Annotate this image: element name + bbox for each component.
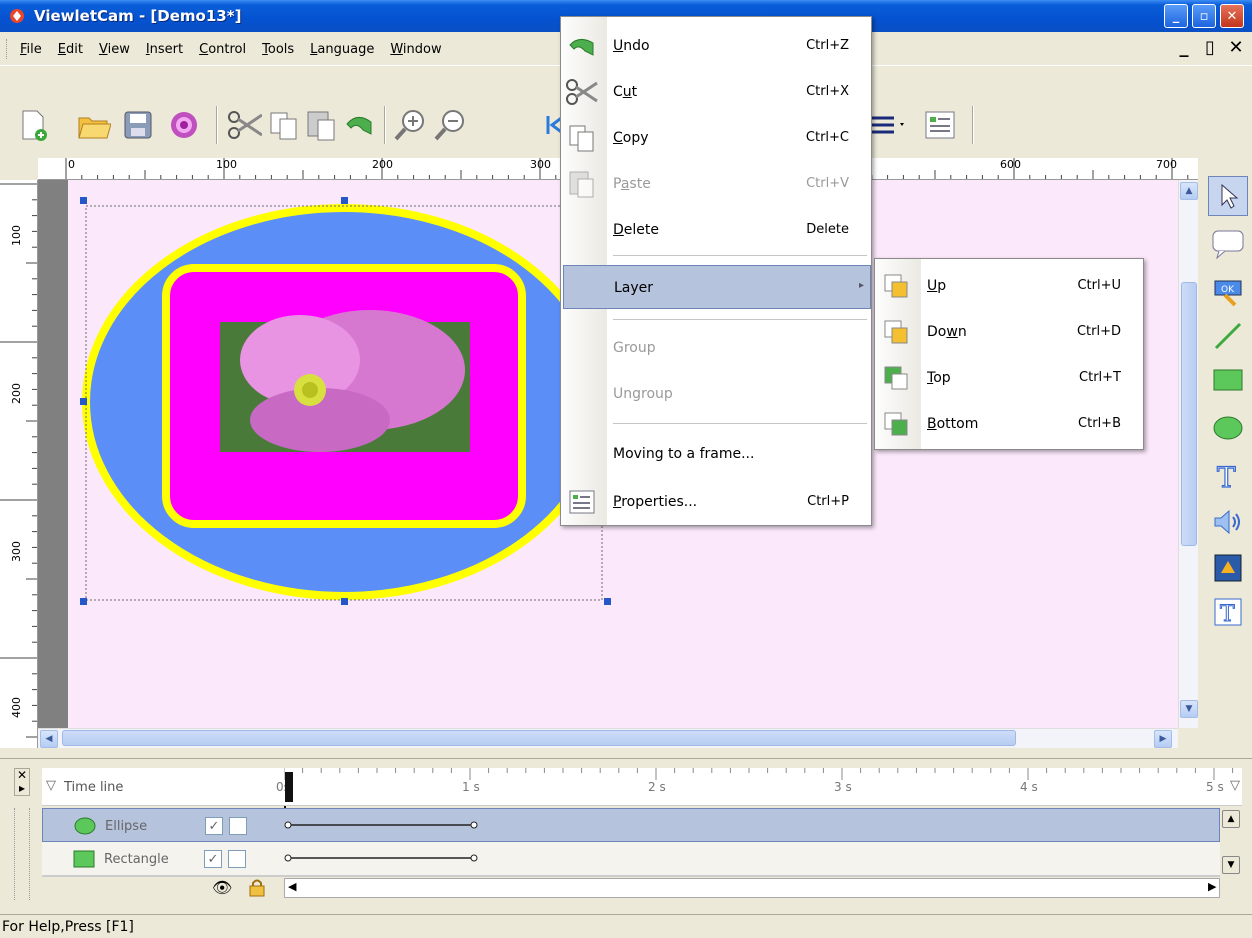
menu-item-label: Top: [927, 370, 951, 386]
menu-item-label: Layer: [614, 280, 654, 296]
status-bar: For Help,Press [F1]: [0, 914, 1252, 938]
menu-item-label: Paste: [613, 176, 651, 192]
menu-item-group[interactable]: Group: [561, 325, 871, 371]
menu-item-shortcut: Ctrl+B: [1078, 416, 1121, 431]
submenu-arrow-icon: ▸: [858, 280, 864, 291]
layer-top-icon: [879, 362, 913, 394]
menu-item-shortcut: Ctrl+P: [807, 494, 849, 509]
timeline-scroll-left[interactable]: ◀: [288, 880, 296, 893]
layer-down-icon: [879, 316, 913, 348]
menu-item-label: Undo: [613, 38, 650, 54]
menu-item-layer[interactable]: Layer ▸: [563, 265, 871, 309]
submenu-item-top[interactable]: Top Ctrl+T: [875, 355, 1143, 401]
menu-item-label: Moving to a frame...: [613, 446, 755, 462]
menu-item-undo[interactable]: Undo Ctrl+Z: [561, 23, 871, 69]
undo-icon: [565, 30, 599, 62]
menu-item-label: Copy: [613, 130, 649, 146]
keyframe-start[interactable]: [284, 854, 292, 862]
menu-item-label: Properties...: [613, 494, 698, 510]
layer-up-icon: [879, 270, 913, 302]
menu-item-label: Delete: [613, 222, 659, 238]
keyframe-end[interactable]: [470, 854, 478, 862]
submenu-item-down[interactable]: Down Ctrl+D: [875, 309, 1143, 355]
menu-item-paste[interactable]: Paste Ctrl+V: [561, 161, 871, 207]
context-menu: Undo Ctrl+Z Cut Ctrl+X Copy Ctrl+C Paste Ctrl+V…: [560, 16, 872, 526]
menu-item-shortcut: Ctrl+C: [805, 130, 849, 145]
properties-icon: [565, 486, 599, 518]
menu-item-label: Down: [927, 324, 967, 340]
menu-item-shortcut: Ctrl+X: [806, 84, 849, 99]
timeline-hscroll[interactable]: [284, 878, 1220, 898]
layer-submenu: Up Ctrl+U Down Ctrl+D Top Ctrl+T Bottom Ctrl+B: [874, 258, 1144, 450]
status-text: For Help,Press [F1]: [2, 919, 134, 935]
menu-item-label: Ungroup: [613, 386, 673, 402]
menu-item-delete[interactable]: Delete Delete: [561, 207, 871, 253]
scissors-icon: [565, 76, 599, 108]
menu-separator: [613, 319, 867, 320]
menu-item-shortcut: Ctrl+U: [1077, 278, 1121, 293]
copy-icon: [565, 122, 599, 154]
menu-item-shortcut: Delete: [806, 222, 849, 237]
timeline-scroll-up[interactable]: ▲: [1222, 810, 1240, 828]
menu-item-shortcut: Ctrl+Z: [806, 38, 849, 53]
menu-item-label: Cut: [613, 84, 638, 100]
submenu-item-up[interactable]: Up Ctrl+U: [875, 263, 1143, 309]
keyframe-end[interactable]: [470, 821, 478, 829]
menu-item-shortcut: Ctrl+T: [1079, 370, 1121, 385]
menu-item-shortcut: Ctrl+V: [806, 176, 849, 191]
menu-item-shortcut: Ctrl+D: [1076, 324, 1121, 339]
menu-item-properties[interactable]: Properties... Ctrl+P: [561, 479, 871, 525]
menu-item-cut[interactable]: Cut Ctrl+X: [561, 69, 871, 115]
submenu-item-bottom[interactable]: Bottom Ctrl+B: [875, 401, 1143, 447]
eye-icon[interactable]: 👁: [212, 878, 232, 897]
menu-item-label: Bottom: [927, 416, 979, 432]
menu-item-label: Group: [613, 340, 656, 356]
timeline-scroll-down[interactable]: ▼: [1222, 856, 1240, 874]
menu-separator: [613, 255, 867, 256]
paste-icon: [565, 168, 599, 200]
layer-bottom-icon: [879, 408, 913, 440]
menu-item-moving-to-frame[interactable]: Moving to a frame...: [561, 431, 871, 477]
keyframe-start[interactable]: [284, 821, 292, 829]
timeline-scroll-right[interactable]: ▶: [1208, 880, 1216, 893]
menu-item-ungroup[interactable]: Ungroup: [561, 371, 871, 417]
menu-separator: [613, 423, 867, 424]
menu-item-label: Up: [927, 278, 947, 294]
menu-item-copy[interactable]: Copy Ctrl+C: [561, 115, 871, 161]
lock-icon[interactable]: [248, 878, 266, 898]
